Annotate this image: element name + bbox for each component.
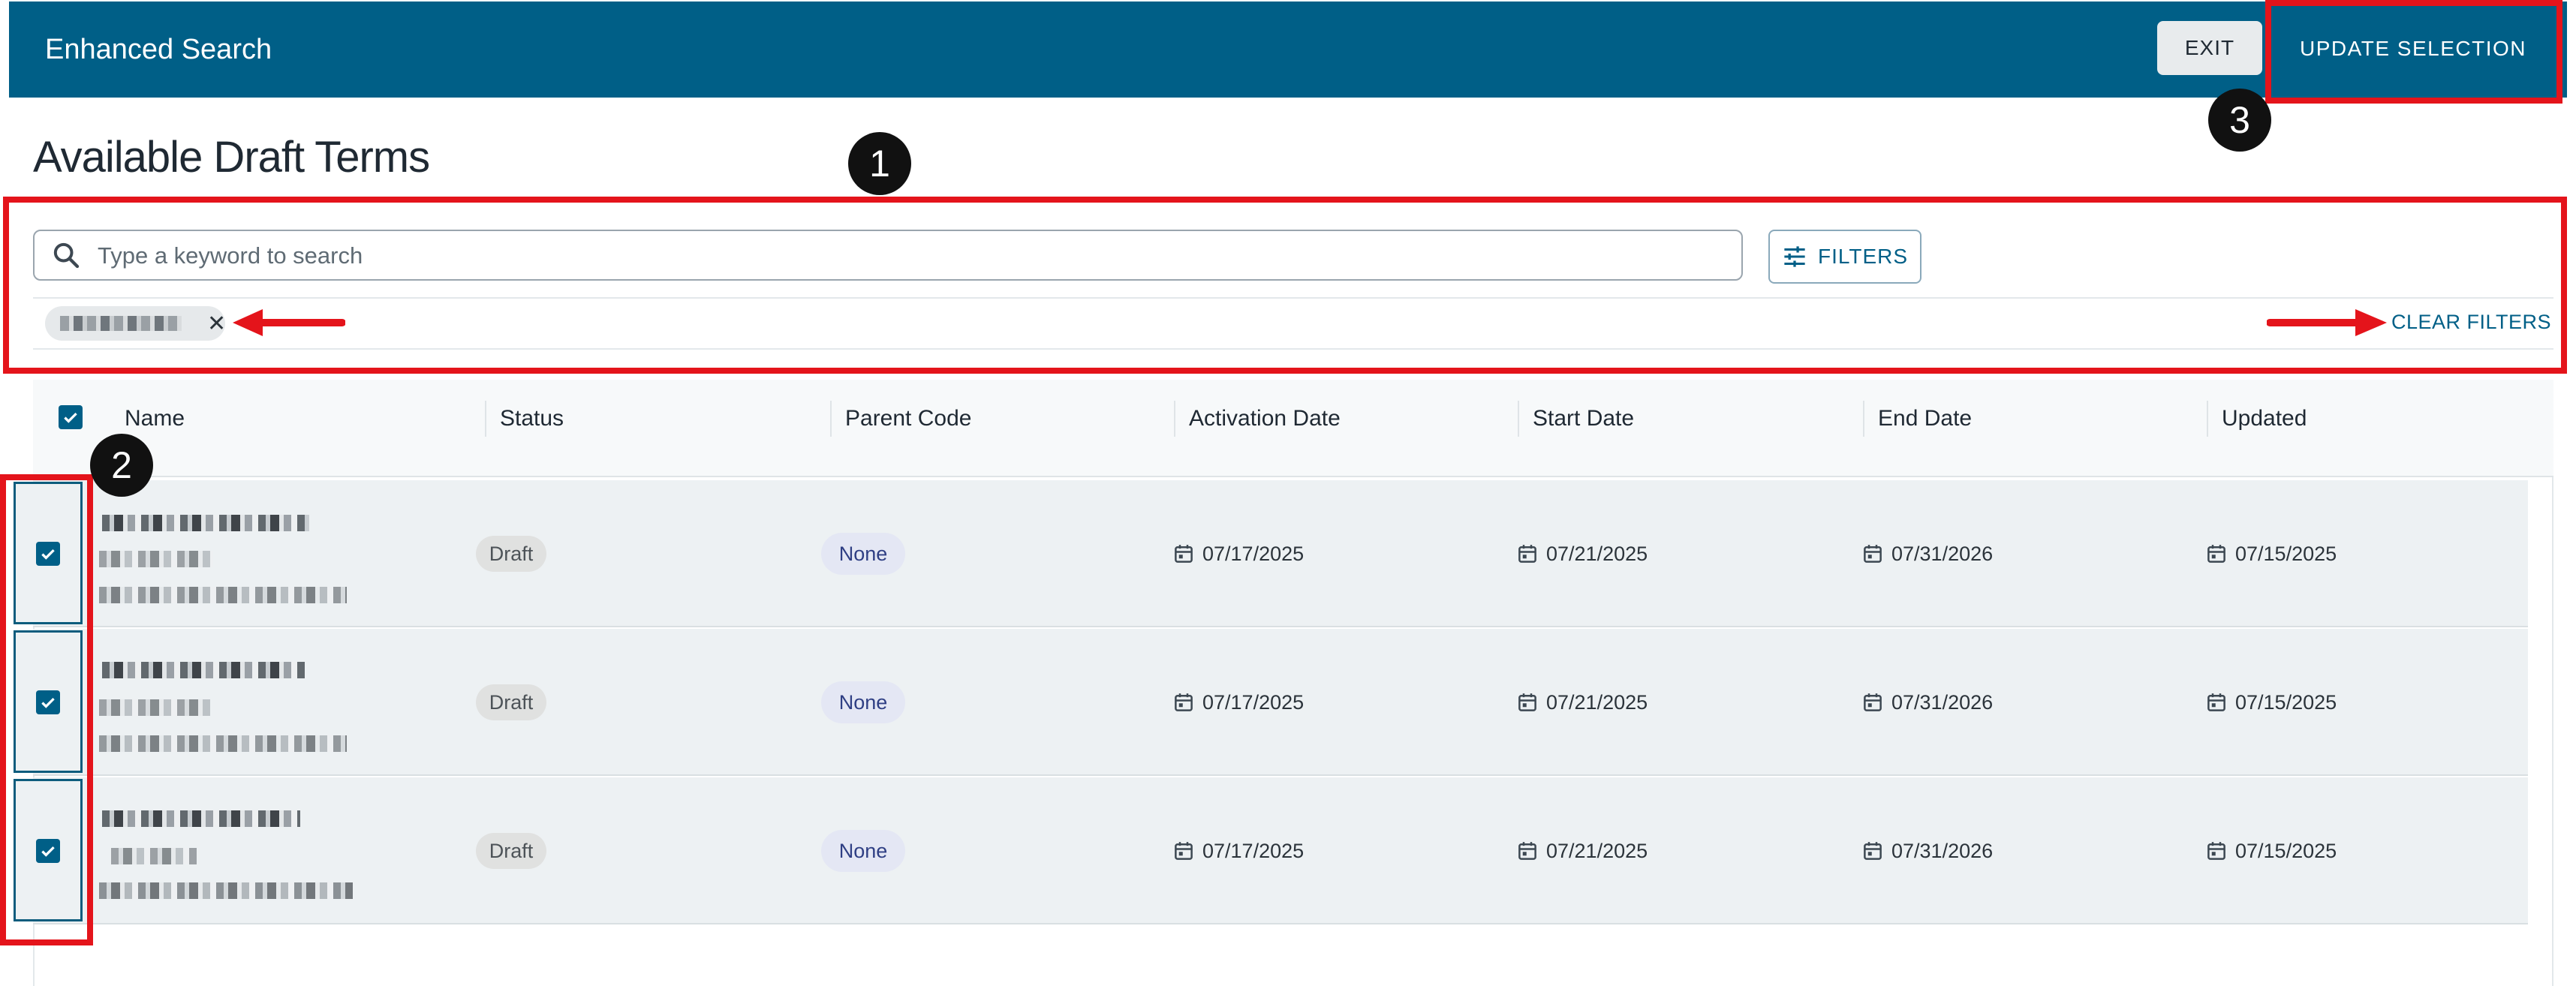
column-header-parent-code[interactable]: Parent Code <box>830 401 971 437</box>
annotation-box-row-checkboxes <box>0 474 93 945</box>
column-header-name[interactable]: Name <box>111 401 185 437</box>
start-date-value: 07/21/2025 <box>1546 542 1648 565</box>
column-header-end-date[interactable]: End Date <box>1863 401 1972 437</box>
start-date-cell: 07/21/2025 <box>1516 539 1648 569</box>
exit-button[interactable]: EXIT <box>2157 21 2262 75</box>
parent-code-badge: None <box>821 533 905 575</box>
term-description-redacted <box>99 587 347 603</box>
term-description-redacted <box>99 882 353 899</box>
column-header-activation-date[interactable]: Activation Date <box>1174 401 1341 437</box>
activation-date-cell: 07/17/2025 <box>1172 539 1304 569</box>
calendar-icon <box>2207 693 2225 711</box>
calendar-icon <box>1518 693 1536 711</box>
parent-code-badge: None <box>821 681 905 723</box>
activation-date-value: 07/17/2025 <box>1202 839 1305 862</box>
start-date-cell: 07/21/2025 <box>1516 836 1648 866</box>
end-date-cell: 07/31/2026 <box>1861 836 1993 866</box>
calendar-icon <box>1175 545 1193 563</box>
annotation-box-update-selection <box>2265 0 2562 104</box>
end-date-value: 07/31/2026 <box>1891 839 1994 862</box>
start-date-cell: 07/21/2025 <box>1516 687 1648 717</box>
updated-date-value: 07/15/2025 <box>2235 690 2337 714</box>
app-title: Enhanced Search <box>45 34 272 65</box>
parent-code-badge: None <box>821 830 905 872</box>
annotation-number-1: 1 <box>848 132 911 195</box>
page-title: Available Draft Terms <box>33 133 430 182</box>
calendar-icon <box>1864 842 1882 860</box>
select-all-checkbox[interactable] <box>59 405 83 429</box>
activation-date-value: 07/17/2025 <box>1202 690 1305 714</box>
column-header-start-date[interactable]: Start Date <box>1518 401 1634 437</box>
start-date-value: 07/21/2025 <box>1546 690 1648 714</box>
status-badge: Draft <box>476 536 546 572</box>
end-date-value: 07/31/2026 <box>1891 690 1994 714</box>
annotation-number-3: 3 <box>2208 89 2271 152</box>
term-name-redacted <box>102 810 300 827</box>
calendar-icon <box>1518 842 1536 860</box>
annotation-arrow-left <box>233 309 345 336</box>
status-badge: Draft <box>476 684 546 720</box>
calendar-icon <box>1175 842 1193 860</box>
calendar-icon <box>1175 693 1193 711</box>
status-badge: Draft <box>476 833 546 869</box>
calendar-icon <box>1864 545 1882 563</box>
annotation-number-2: 2 <box>90 434 153 497</box>
updated-date-value: 07/15/2025 <box>2235 839 2337 862</box>
end-date-cell: 07/31/2026 <box>1861 687 1993 717</box>
term-code-redacted <box>99 699 210 716</box>
updated-date-cell: 07/15/2025 <box>2205 836 2337 866</box>
end-date-cell: 07/31/2026 <box>1861 539 1993 569</box>
check-icon <box>64 412 77 423</box>
updated-date-cell: 07/15/2025 <box>2205 539 2337 569</box>
end-date-value: 07/31/2026 <box>1891 542 1994 565</box>
term-name-redacted <box>102 662 305 678</box>
updated-date-cell: 07/15/2025 <box>2205 687 2337 717</box>
activation-date-cell: 07/17/2025 <box>1172 687 1304 717</box>
term-code-redacted <box>111 848 197 864</box>
column-header-status[interactable]: Status <box>485 401 564 437</box>
column-header-updated[interactable]: Updated <box>2207 401 2307 437</box>
term-name-redacted <box>102 515 309 531</box>
calendar-icon <box>2207 545 2225 563</box>
start-date-value: 07/21/2025 <box>1546 839 1648 862</box>
activation-date-value: 07/17/2025 <box>1202 542 1305 565</box>
annotation-arrow-right <box>2267 309 2387 336</box>
annotation-box-search-area <box>3 197 2567 374</box>
updated-date-value: 07/15/2025 <box>2235 542 2337 565</box>
term-description-redacted <box>99 735 347 752</box>
calendar-icon <box>2207 842 2225 860</box>
calendar-icon <box>1864 693 1882 711</box>
calendar-icon <box>1518 545 1536 563</box>
activation-date-cell: 07/17/2025 <box>1172 836 1304 866</box>
term-code-redacted <box>99 551 213 567</box>
